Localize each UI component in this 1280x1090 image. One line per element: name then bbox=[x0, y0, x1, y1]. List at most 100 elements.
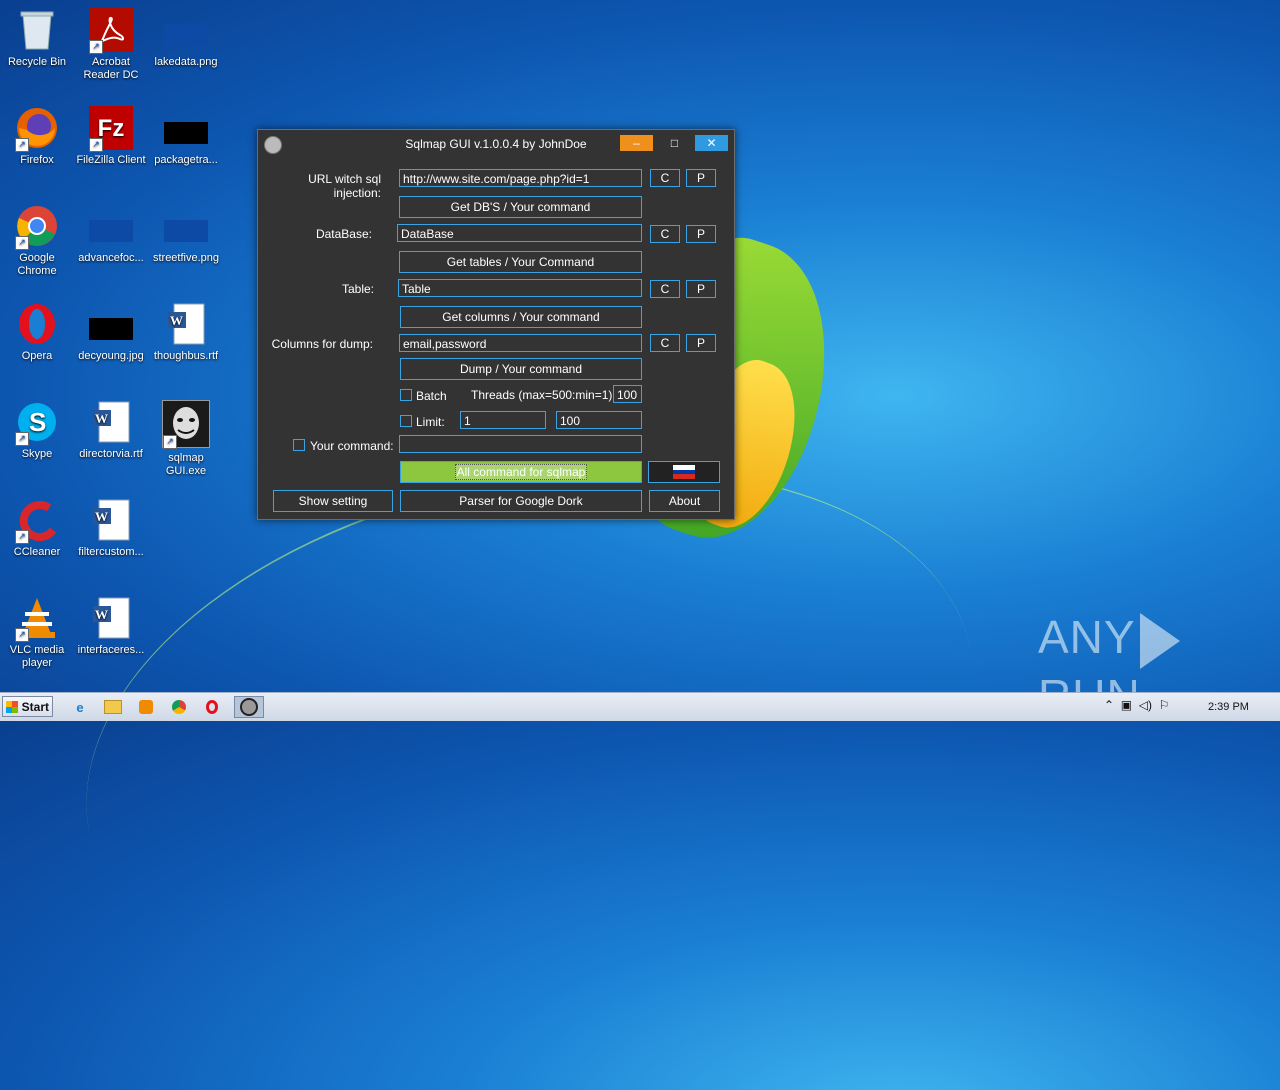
minimize-button[interactable]: ‒ bbox=[620, 135, 653, 151]
desktop-icon-label: FileZilla Client bbox=[76, 154, 146, 166]
file-thumbnail-icon bbox=[89, 204, 133, 248]
start-button[interactable]: Start bbox=[2, 696, 53, 717]
desktop-icon-label: lakedata.png bbox=[154, 56, 218, 68]
desktop-icon-decyoung[interactable]: decyoung.jpg bbox=[74, 302, 148, 363]
desktop-icon-label: VLC media player bbox=[9, 644, 65, 669]
database-c-button[interactable]: C bbox=[650, 225, 680, 243]
word-document-icon: W bbox=[164, 302, 208, 346]
limit-to-input[interactable]: 100 bbox=[556, 411, 642, 429]
desktop-icon-label: Google Chrome bbox=[17, 252, 57, 277]
desktop-icon-packagetra[interactable]: packagetra... bbox=[149, 106, 223, 167]
url-c-button[interactable]: C bbox=[650, 169, 680, 187]
desktop-icon-skype[interactable]: S ↗ Skype bbox=[0, 400, 74, 461]
start-label: Start bbox=[21, 700, 49, 714]
action-center-flag-icon[interactable]: ⚐ bbox=[1159, 698, 1170, 712]
table-p-button[interactable]: P bbox=[686, 280, 716, 298]
threads-label: Threads (max=500:min=1) : bbox=[471, 388, 620, 402]
all-command-label: All command for sqlmap bbox=[454, 464, 588, 480]
desktop-icon-streetfive[interactable]: streetfive.png bbox=[149, 204, 223, 265]
desktop-icon-opera[interactable]: Opera bbox=[0, 302, 74, 363]
sqlmap-gui-taskbar-button[interactable] bbox=[234, 696, 264, 718]
columns-label: Columns for dump: bbox=[271, 337, 373, 351]
sqlmap-gui-window[interactable]: Sqlmap GUI v.1.0.0.4 by JohnDoe ‒ □ ✕ UR… bbox=[257, 129, 735, 520]
desktop-icon-lakedata[interactable]: lakedata.png bbox=[149, 8, 223, 69]
desktop-icon-chrome[interactable]: ↗ Google Chrome bbox=[0, 204, 74, 278]
svg-text:S: S bbox=[29, 407, 46, 437]
columns-c-button[interactable]: C bbox=[650, 334, 680, 352]
get-tables-button[interactable]: Get tables / Your Command bbox=[399, 251, 642, 273]
url-p-button[interactable]: P bbox=[686, 169, 716, 187]
columns-input[interactable]: email,password bbox=[399, 334, 642, 352]
desktop-icon-acrobat[interactable]: ↗ Acrobat Reader DC bbox=[74, 8, 148, 82]
desktop-icon-label: sqlmap GUI.exe bbox=[165, 452, 207, 477]
desktop-icon-label: streetfive.png bbox=[152, 252, 220, 264]
language-flag-button[interactable] bbox=[648, 461, 720, 483]
desktop-icon-sqlmap-gui[interactable]: ↗ sqlmap GUI.exe bbox=[149, 400, 223, 478]
batch-checkbox[interactable] bbox=[400, 389, 412, 401]
desktop-icon-label: CCleaner bbox=[13, 546, 61, 558]
taskbar-clock[interactable]: 2:39 PM bbox=[1208, 701, 1249, 713]
opera-taskbar-icon[interactable] bbox=[200, 696, 224, 718]
image-thumbnail-icon bbox=[164, 8, 208, 52]
table-c-button[interactable]: C bbox=[650, 280, 680, 298]
limit-label: Limit: bbox=[416, 415, 445, 429]
skype-icon: S ↗ bbox=[15, 400, 59, 446]
desktop-icon-advancefoc[interactable]: advancefoc... bbox=[74, 204, 148, 265]
show-setting-button[interactable]: Show setting bbox=[273, 490, 393, 512]
desktop-icon-vlc[interactable]: ↗ VLC media player bbox=[0, 596, 74, 670]
database-input[interactable]: DataBase bbox=[397, 224, 642, 242]
file-thumbnail-icon bbox=[164, 106, 208, 150]
desktop-icon-ccleaner[interactable]: ↗ CCleaner bbox=[0, 498, 74, 559]
close-button[interactable]: ✕ bbox=[695, 135, 728, 151]
network-icon[interactable]: ▣ bbox=[1121, 698, 1132, 712]
your-command-checkbox[interactable] bbox=[293, 439, 305, 451]
media-player-taskbar-icon[interactable] bbox=[134, 696, 158, 718]
desktop-icon-recycle-bin[interactable]: Recycle Bin bbox=[0, 8, 74, 69]
database-p-button[interactable]: P bbox=[686, 225, 716, 243]
volume-icon[interactable]: ◁) bbox=[1139, 698, 1152, 712]
show-hidden-icons-icon[interactable]: ⌃ bbox=[1104, 698, 1114, 712]
database-label: DataBase: bbox=[315, 227, 372, 241]
svg-text:W: W bbox=[95, 411, 108, 426]
desktop-icon-filtercustom[interactable]: W filtercustom... bbox=[74, 498, 148, 559]
all-command-button[interactable]: All command for sqlmap bbox=[400, 461, 642, 483]
vlc-icon: ↗ bbox=[15, 596, 59, 642]
window-titlebar[interactable]: Sqlmap GUI v.1.0.0.4 by JohnDoe ‒ □ ✕ bbox=[258, 130, 734, 158]
your-command-input[interactable] bbox=[399, 435, 642, 453]
svg-text:W: W bbox=[170, 313, 183, 328]
desktop-icon-filezilla[interactable]: Fz ↗ FileZilla Client bbox=[74, 106, 148, 167]
google-dork-parser-button[interactable]: Parser for Google Dork bbox=[400, 490, 642, 512]
desktop-icon-firefox[interactable]: ↗ Firefox bbox=[0, 106, 74, 167]
desktop-icon-label: advancefoc... bbox=[78, 252, 144, 264]
desktop-icon-label: Recycle Bin bbox=[7, 56, 67, 68]
get-columns-button[interactable]: Get columns / Your command bbox=[400, 306, 642, 328]
explorer-taskbar-icon[interactable] bbox=[101, 696, 125, 718]
ie-taskbar-icon[interactable]: e bbox=[68, 696, 92, 718]
desktop-icon-label: Skype bbox=[21, 448, 53, 460]
system-tray: ⌃ ▣ ◁) ⚐ bbox=[1104, 698, 1169, 716]
svg-text:W: W bbox=[95, 509, 108, 524]
table-input[interactable]: Table bbox=[398, 279, 642, 297]
dump-button[interactable]: Dump / Your command bbox=[400, 358, 642, 380]
desktop-icon-thoughbus[interactable]: W thoughbus.rtf bbox=[149, 302, 223, 363]
limit-checkbox[interactable] bbox=[400, 415, 412, 427]
url-input[interactable]: http://www.site.com/page.php?id=1 bbox=[399, 169, 642, 187]
table-label: Table: bbox=[341, 282, 374, 296]
image-thumbnail-icon bbox=[89, 302, 133, 346]
sqlmap-mask-icon: ↗ bbox=[162, 400, 210, 449]
desktop-icon-interfaceres[interactable]: W interfaceres... bbox=[74, 596, 148, 657]
about-button[interactable]: About bbox=[649, 490, 720, 512]
image-thumbnail-icon bbox=[164, 204, 208, 248]
chrome-taskbar-icon[interactable] bbox=[167, 696, 191, 718]
threads-input[interactable]: 100 bbox=[613, 385, 642, 403]
desktop-icon-label: filtercustom... bbox=[78, 546, 144, 558]
columns-p-button[interactable]: P bbox=[686, 334, 716, 352]
desktop-icon-label: packagetra... bbox=[154, 154, 218, 166]
desktop-icon-label: Opera bbox=[21, 350, 53, 362]
desktop-icon-directorvia[interactable]: W directorvia.rtf bbox=[74, 400, 148, 461]
chrome-icon: ↗ bbox=[15, 204, 59, 250]
get-dbs-button[interactable]: Get DB'S / Your command bbox=[399, 196, 642, 218]
maximize-button[interactable]: □ bbox=[658, 135, 691, 151]
desktop-icon-label: interfaceres... bbox=[77, 644, 145, 656]
limit-from-input[interactable]: 1 bbox=[460, 411, 546, 429]
